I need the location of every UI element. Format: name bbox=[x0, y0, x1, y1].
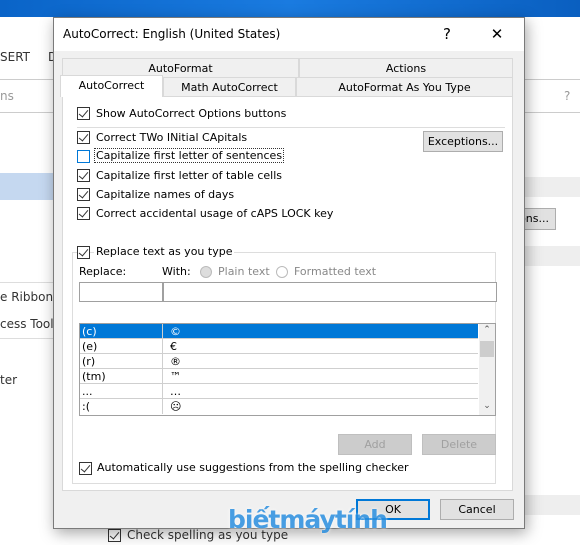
column-separator bbox=[162, 354, 163, 369]
scroll-down-icon[interactable]: ⌄ bbox=[479, 401, 495, 415]
help-button[interactable]: ? bbox=[432, 23, 462, 45]
sidebar-item-trust-center[interactable]: ter bbox=[0, 373, 17, 387]
divider bbox=[77, 127, 505, 128]
check-spelling-checkbox[interactable] bbox=[108, 529, 121, 542]
option-checkbox-capitalize-days[interactable] bbox=[77, 188, 90, 201]
tab-autoformat-as-you-type[interactable]: AutoFormat As You Type bbox=[296, 77, 513, 97]
desktop-taskbar-strip bbox=[0, 0, 580, 17]
dialog-titlebar: AutoCorrect: English (United States) ? ✕ bbox=[54, 18, 524, 51]
entry-replace: (c) bbox=[82, 325, 97, 338]
entry-with: … bbox=[170, 385, 181, 398]
options-search-hint: ns bbox=[0, 89, 14, 103]
option-checkbox-caps-lock[interactable] bbox=[77, 207, 90, 220]
option-label: Capitalize first letter of table cells bbox=[96, 169, 283, 182]
section-header bbox=[525, 246, 580, 266]
list-item[interactable]: (c) © bbox=[80, 324, 478, 339]
option-checkbox-capitalize-table-cells[interactable] bbox=[77, 169, 90, 182]
list-item[interactable]: :( ☹ bbox=[80, 399, 478, 414]
option-label: Correct accidental usage of cAPS LOCK ke… bbox=[96, 207, 334, 220]
entry-replace: :( bbox=[82, 400, 90, 413]
sidebar-selected-item bbox=[0, 173, 60, 200]
list-item[interactable]: (e) € bbox=[80, 339, 478, 354]
entry-with: ® bbox=[170, 355, 181, 368]
show-options-checkbox[interactable] bbox=[77, 107, 90, 120]
column-separator bbox=[162, 324, 163, 339]
replace-as-type-checkbox[interactable] bbox=[77, 246, 90, 259]
show-options-label: Show AutoCorrect Options buttons bbox=[96, 107, 287, 120]
exceptions-button[interactable]: Exceptions... bbox=[423, 131, 503, 152]
entry-with: ☹ bbox=[170, 400, 182, 413]
add-button[interactable]: Add bbox=[338, 434, 412, 455]
list-item[interactable]: (r) ® bbox=[80, 354, 478, 369]
watermark-logo: biếtmáytính bbox=[228, 505, 388, 534]
option-label: Correct TWo INitial CApitals bbox=[96, 131, 248, 144]
entry-replace: ... bbox=[82, 385, 93, 398]
column-separator bbox=[162, 369, 163, 384]
list-item[interactable]: (tm) ™ bbox=[80, 369, 478, 384]
column-separator bbox=[162, 339, 163, 354]
delete-button[interactable]: Delete bbox=[422, 434, 496, 455]
option-checkbox-capitalize-sentences[interactable] bbox=[77, 150, 90, 163]
entry-with: ™ bbox=[170, 370, 181, 383]
section-header bbox=[525, 495, 580, 515]
spelling-suggestions-checkbox[interactable] bbox=[79, 462, 92, 475]
formatted-text-label: Formatted text bbox=[294, 265, 377, 278]
section-header bbox=[525, 177, 580, 197]
entry-replace: (tm) bbox=[82, 370, 106, 383]
option-checkbox-two-initial-caps[interactable] bbox=[77, 131, 90, 144]
replace-input[interactable] bbox=[79, 282, 163, 302]
list-item[interactable]: ... … bbox=[80, 384, 478, 399]
dialog-title: AutoCorrect: English (United States) bbox=[63, 27, 281, 41]
cancel-button[interactable]: Cancel bbox=[440, 499, 514, 520]
sidebar-item-customize-ribbon[interactable]: e Ribbon bbox=[0, 290, 53, 304]
background-help-icon: ? bbox=[564, 89, 571, 103]
column-separator bbox=[162, 399, 163, 414]
replacement-list[interactable]: (c) © (e) € (r) ® (tm) ™ ... … :( ☹ ⌃ ⌄ bbox=[79, 323, 496, 416]
divider bbox=[0, 282, 60, 283]
entry-with: € bbox=[170, 340, 177, 353]
tab-actions[interactable]: Actions bbox=[299, 58, 513, 78]
option-label: Capitalize first letter of sentences bbox=[93, 148, 285, 163]
divider bbox=[0, 338, 60, 339]
plain-text-radio[interactable] bbox=[200, 266, 212, 278]
entry-with: © bbox=[170, 325, 181, 338]
autocorrect-dialog: AutoCorrect: English (United States) ? ✕… bbox=[53, 17, 525, 529]
with-input[interactable] bbox=[163, 282, 497, 302]
entry-replace: (e) bbox=[82, 340, 98, 353]
replace-label: Replace: bbox=[79, 265, 127, 278]
plain-text-label: Plain text bbox=[218, 265, 270, 278]
entry-replace: (r) bbox=[82, 355, 96, 368]
tab-math-autocorrect[interactable]: Math AutoCorrect bbox=[163, 77, 296, 97]
with-label: With: bbox=[162, 265, 191, 278]
spelling-suggestions-label: Automatically use suggestions from the s… bbox=[97, 461, 409, 474]
ribbon-tab-insert: SERT bbox=[0, 50, 30, 64]
list-scrollbar[interactable]: ⌃ ⌄ bbox=[479, 324, 495, 415]
autocorrect-panel: Show AutoCorrect Options buttons Correct… bbox=[62, 96, 513, 491]
close-button[interactable]: ✕ bbox=[482, 23, 512, 45]
scrollbar-thumb[interactable] bbox=[480, 341, 494, 357]
scroll-up-icon[interactable]: ⌃ bbox=[479, 325, 495, 339]
column-separator bbox=[162, 384, 163, 399]
tab-autocorrect[interactable]: AutoCorrect bbox=[60, 75, 163, 97]
formatted-text-radio[interactable] bbox=[276, 266, 288, 278]
option-label: Capitalize names of days bbox=[96, 188, 235, 201]
replace-as-type-label: Replace text as you type bbox=[94, 245, 235, 258]
